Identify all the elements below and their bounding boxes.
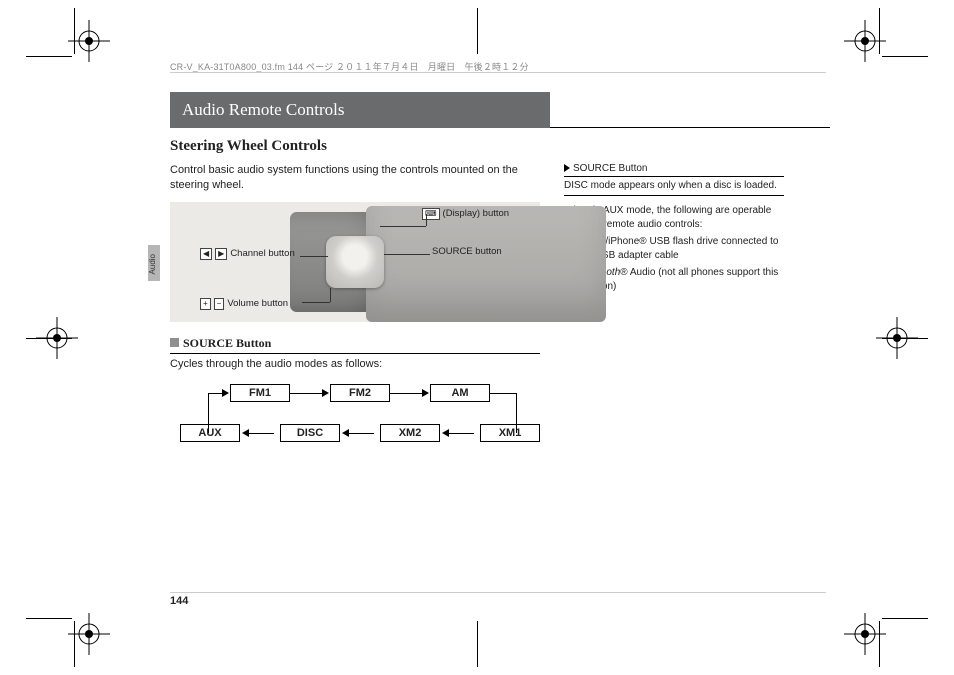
registration-mark-icon xyxy=(68,20,110,62)
sidebar-heading: SOURCE Button xyxy=(564,163,784,177)
section-tab-label: Audio xyxy=(148,254,157,274)
sidebar-bullet-2: Bluetooth® Audio (not all phones support… xyxy=(578,266,784,293)
flow-xm2: XM2 xyxy=(380,424,440,442)
sidebar-note-1: DISC mode appears only when a disc is lo… xyxy=(564,180,784,196)
source-desc: Cycles through the audio modes as follow… xyxy=(170,358,540,370)
page-title: Audio Remote Controls xyxy=(170,92,550,128)
page-number: 144 xyxy=(170,595,188,607)
registration-mark-icon xyxy=(68,613,110,655)
sidebar-bullet-1: iPod®/iPhone® USB flash drive connected … xyxy=(578,235,784,262)
flow-disc: DISC xyxy=(280,424,340,442)
source-heading: SOURCE Button xyxy=(170,336,540,354)
flow-fm2: FM2 xyxy=(330,384,390,402)
flow-xm1: XM1 xyxy=(480,424,540,442)
flow-aux: AUX xyxy=(180,424,240,442)
channel-left-icon: ◀ xyxy=(200,248,212,260)
steering-wheel-figure: ⌨(Display) button ◀▶Channel button +−Vol… xyxy=(170,202,540,322)
registration-mark-icon xyxy=(36,317,78,359)
intro-text: Control basic audio system functions usi… xyxy=(170,163,540,194)
volume-minus-icon: − xyxy=(214,298,225,310)
volume-plus-icon: + xyxy=(200,298,211,310)
registration-mark-icon xyxy=(876,317,918,359)
square-bullet-icon xyxy=(170,338,179,347)
callout-channel: ◀▶Channel button xyxy=(200,248,295,260)
audio-mode-flow: FM1 FM2 AM AUX DISC XM2 XM1 xyxy=(170,384,540,462)
display-icon: ⌨ xyxy=(422,208,440,220)
flow-am: AM xyxy=(430,384,490,402)
registration-mark-icon xyxy=(844,20,886,62)
channel-right-icon: ▶ xyxy=(215,248,227,260)
callout-source: SOURCE button xyxy=(432,246,502,257)
page-subtitle: Steering Wheel Controls xyxy=(170,138,830,155)
callout-display: ⌨(Display) button xyxy=(422,208,509,220)
triangle-icon xyxy=(564,164,570,172)
registration-mark-icon xyxy=(844,613,886,655)
callout-volume: +−Volume button xyxy=(200,298,288,310)
flow-fm1: FM1 xyxy=(230,384,290,402)
